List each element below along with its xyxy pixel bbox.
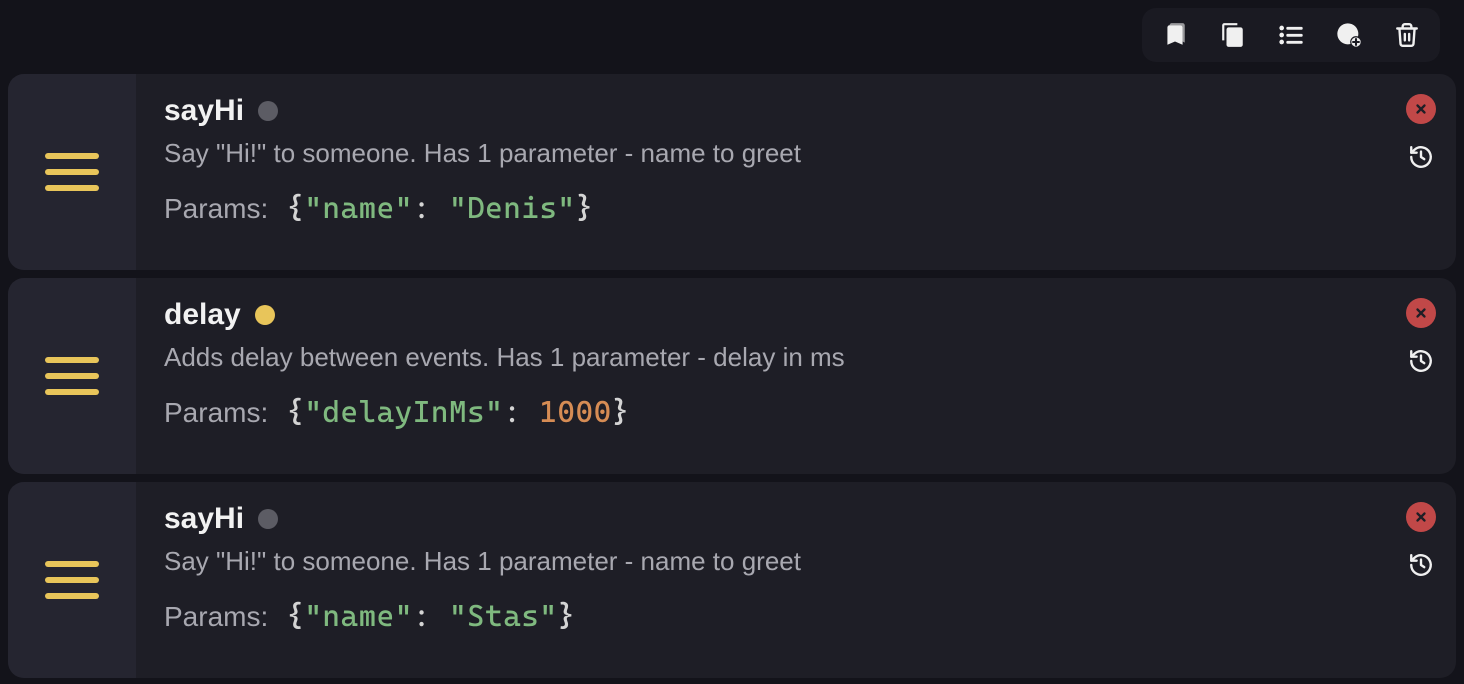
- event-row: sayHi Say "Hi!" to someone. Has 1 parame…: [8, 482, 1456, 678]
- list-icon[interactable]: [1276, 20, 1306, 50]
- remove-button[interactable]: [1406, 94, 1436, 124]
- history-icon[interactable]: [1406, 346, 1436, 376]
- toolbar: [1142, 8, 1440, 62]
- status-dot: [258, 101, 278, 121]
- event-title: sayHi: [164, 94, 244, 128]
- remove-button[interactable]: [1406, 298, 1436, 328]
- bookmark-icon[interactable]: [1160, 20, 1190, 50]
- params-line: Params: {"delayInMs": 1000}: [164, 395, 1428, 430]
- remove-button[interactable]: [1406, 502, 1436, 532]
- title-line: sayHi: [164, 502, 1428, 536]
- event-description: Adds delay between events. Has 1 paramet…: [164, 342, 1428, 373]
- event-description: Say "Hi!" to someone. Has 1 parameter - …: [164, 546, 1428, 577]
- trash-icon[interactable]: [1392, 20, 1422, 50]
- event-title: sayHi: [164, 502, 244, 536]
- history-icon[interactable]: [1406, 550, 1436, 580]
- row-actions: [1406, 94, 1436, 172]
- row-actions: [1406, 502, 1436, 580]
- title-line: delay: [164, 298, 1428, 332]
- event-title: delay: [164, 298, 241, 332]
- title-line: sayHi: [164, 94, 1428, 128]
- status-dot: [258, 509, 278, 529]
- params-line: Params: {"name": "Stas"}: [164, 599, 1428, 634]
- drag-handle[interactable]: [8, 278, 136, 474]
- params-label: Params:: [164, 601, 268, 633]
- params-json: {"delayInMs": 1000}: [286, 395, 629, 430]
- params-json: {"name": "Stas"}: [286, 599, 575, 634]
- event-description: Say "Hi!" to someone. Has 1 parameter - …: [164, 138, 1428, 169]
- copy-icon[interactable]: [1218, 20, 1248, 50]
- row-actions: [1406, 298, 1436, 376]
- history-icon[interactable]: [1406, 142, 1436, 172]
- drag-handle[interactable]: [8, 482, 136, 678]
- row-body: sayHi Say "Hi!" to someone. Has 1 parame…: [136, 482, 1456, 678]
- row-body: delay Adds delay between events. Has 1 p…: [136, 278, 1456, 474]
- event-row: delay Adds delay between events. Has 1 p…: [8, 278, 1456, 474]
- event-list: sayHi Say "Hi!" to someone. Has 1 parame…: [8, 74, 1456, 678]
- params-label: Params:: [164, 397, 268, 429]
- event-row: sayHi Say "Hi!" to someone. Has 1 parame…: [8, 74, 1456, 270]
- drag-handle[interactable]: [8, 74, 136, 270]
- params-label: Params:: [164, 193, 268, 225]
- add-circle-icon[interactable]: [1334, 20, 1364, 50]
- params-line: Params: {"name": "Denis"}: [164, 191, 1428, 226]
- row-body: sayHi Say "Hi!" to someone. Has 1 parame…: [136, 74, 1456, 270]
- status-dot: [255, 305, 275, 325]
- params-json: {"name": "Denis"}: [286, 191, 593, 226]
